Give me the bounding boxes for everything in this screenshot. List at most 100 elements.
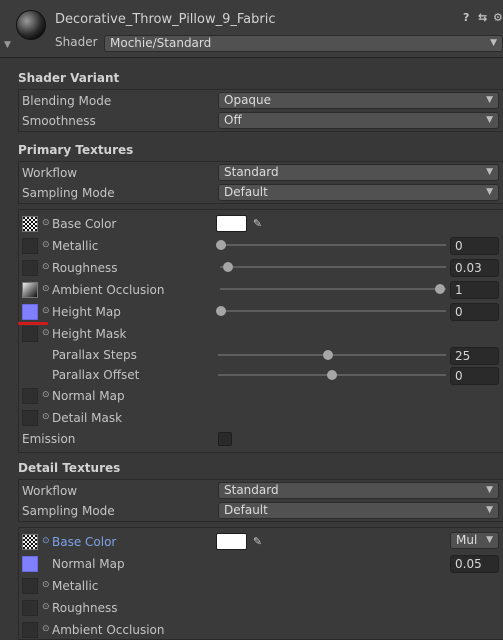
link-dot-icon: ⊙ — [42, 306, 50, 316]
chevron-down-icon: ▼ — [486, 95, 493, 105]
chevron-down-icon: ▼ — [486, 187, 493, 197]
settings-icon[interactable]: ⚙ — [493, 11, 503, 24]
roughness-slider-track[interactable] — [220, 266, 446, 268]
detail-roughness-label: Roughness — [52, 601, 118, 615]
detail-blend-dropdown[interactable]: Mul ▼ — [450, 532, 499, 549]
normal-map-texture-slot[interactable] — [22, 388, 38, 404]
detail-sampling-mode-value: Default — [224, 503, 268, 517]
blending-mode-dropdown[interactable]: Opaque ▼ — [218, 92, 499, 109]
shader-label: Shader — [55, 35, 98, 49]
height-map-texture-slot[interactable] — [22, 304, 38, 320]
ambient-occlusion-value-field[interactable]: 1 — [450, 281, 499, 299]
preset-icon[interactable]: ⇆ — [478, 11, 487, 24]
base-color-texture-slot[interactable] — [22, 216, 38, 232]
smoothness-value: Off — [224, 113, 242, 127]
detail-roughness-texture-slot[interactable] — [22, 600, 38, 616]
height-map-label: Height Map — [52, 305, 121, 319]
emission-checkbox[interactable] — [218, 432, 232, 446]
primary-sampling-mode-label: Sampling Mode — [22, 186, 115, 200]
roughness-value-field[interactable]: 0.03 — [450, 259, 499, 277]
ambient-occlusion-slider-track[interactable] — [220, 288, 446, 290]
ambient-occlusion-label: Ambient Occlusion — [52, 283, 165, 297]
parallax-steps-slider-thumb[interactable] — [323, 350, 333, 360]
detail-workflow-dropdown[interactable]: Standard ▼ — [218, 482, 499, 499]
chevron-down-icon: ▼ — [490, 38, 497, 48]
link-dot-icon: ⊙ — [42, 624, 50, 634]
detail-ambient-occlusion-label: Ambient Occlusion — [52, 623, 165, 637]
detail-sampling-mode-dropdown[interactable]: Default ▼ — [218, 502, 499, 519]
shader-dropdown[interactable]: Mochie/Standard ▼ — [104, 35, 503, 52]
shader-dropdown-value: Mochie/Standard — [110, 36, 212, 50]
link-dot-icon: ⊙ — [42, 262, 50, 272]
detail-mask-label: Detail Mask — [52, 411, 123, 425]
link-dot-icon: ⊙ — [42, 328, 50, 338]
chevron-down-icon: ▼ — [486, 505, 493, 515]
base-color-swatch[interactable] — [216, 215, 247, 232]
smoothness-label: Smoothness — [22, 114, 96, 128]
normal-map-label: Normal Map — [52, 389, 125, 403]
primary-sampling-mode-value: Default — [224, 185, 268, 199]
parallax-steps-label: Parallax Steps — [52, 348, 137, 362]
inspector-header: ▼ Decorative_Throw_Pillow_9_Fabric ? ⇆ ⚙… — [0, 0, 503, 58]
chevron-down-icon: ▼ — [486, 485, 493, 495]
material-title: Decorative_Throw_Pillow_9_Fabric — [55, 12, 276, 27]
detail-workflow-value: Standard — [224, 483, 279, 497]
section-title-detail-textures: Detail Textures — [18, 461, 121, 475]
height-map-slider-thumb[interactable] — [216, 306, 226, 316]
ambient-occlusion-slider-thumb[interactable] — [435, 284, 445, 294]
link-dot-icon: ⊙ — [42, 412, 50, 422]
smoothness-dropdown[interactable]: Off ▼ — [218, 112, 499, 129]
height-map-value-field[interactable]: 0 — [450, 303, 499, 321]
detail-ambient-occlusion-texture-slot[interactable] — [22, 622, 38, 638]
link-dot-icon: ⊙ — [42, 240, 50, 250]
metallic-value-field[interactable]: 0 — [450, 237, 499, 255]
height-mask-texture-slot[interactable] — [22, 326, 38, 342]
primary-workflow-label: Workflow — [22, 166, 78, 180]
parallax-offset-slider-thumb[interactable] — [327, 370, 337, 380]
detail-metallic-texture-slot[interactable] — [22, 578, 38, 594]
help-icon[interactable]: ? — [463, 11, 469, 24]
metallic-label: Metallic — [52, 239, 99, 253]
detail-blend-value: Mul — [456, 533, 478, 547]
primary-workflow-value: Standard — [224, 165, 279, 179]
detail-metallic-label: Metallic — [52, 579, 99, 593]
ambient-occlusion-texture-slot[interactable] — [22, 282, 38, 298]
eyedropper-icon[interactable]: ✎ — [249, 533, 266, 550]
metallic-slider-track[interactable] — [220, 244, 446, 246]
parallax-offset-label: Parallax Offset — [52, 368, 140, 382]
blending-mode-label: Blending Mode — [22, 94, 112, 108]
detail-normal-map-label: Normal Map — [52, 557, 125, 571]
link-dot-icon: ⊙ — [42, 536, 50, 546]
primary-sampling-mode-dropdown[interactable]: Default ▼ — [218, 184, 499, 201]
fold-triangle-icon[interactable]: ▼ — [4, 40, 11, 50]
link-dot-icon: ⊙ — [42, 602, 50, 612]
link-dot-icon: ⊙ — [42, 580, 50, 590]
roughness-texture-slot[interactable] — [22, 260, 38, 276]
primary-workflow-dropdown[interactable]: Standard ▼ — [218, 164, 499, 181]
detail-normal-map-strength-field[interactable]: 0.05 — [450, 555, 499, 573]
detail-workflow-label: Workflow — [22, 484, 78, 498]
highlight-underline — [18, 322, 48, 325]
parallax-offset-value-field[interactable]: 0 — [450, 367, 499, 385]
detail-base-color-texture-slot[interactable] — [22, 534, 38, 550]
roughness-slider-thumb[interactable] — [223, 262, 233, 272]
detail-mask-texture-slot[interactable] — [22, 410, 38, 426]
parallax-steps-value-field[interactable]: 25 — [450, 347, 499, 365]
metallic-texture-slot[interactable] — [22, 238, 38, 254]
section-title-shader-variant: Shader Variant — [18, 71, 120, 85]
material-preview-icon — [16, 10, 46, 40]
eyedropper-icon[interactable]: ✎ — [249, 215, 266, 232]
emission-label: Emission — [22, 432, 76, 446]
link-dot-icon: ⊙ — [42, 390, 50, 400]
detail-normal-map-texture-slot[interactable] — [22, 556, 38, 572]
detail-sampling-mode-label: Sampling Mode — [22, 504, 115, 518]
blending-mode-value: Opaque — [224, 93, 272, 107]
chevron-down-icon: ▼ — [486, 115, 493, 125]
detail-base-color-label: Base Color — [52, 535, 117, 549]
roughness-label: Roughness — [52, 261, 118, 275]
metallic-slider-thumb[interactable] — [216, 240, 226, 250]
link-dot-icon: ⊙ — [42, 284, 50, 294]
height-map-slider-track[interactable] — [220, 310, 446, 312]
detail-base-color-swatch[interactable] — [216, 533, 247, 550]
base-color-label: Base Color — [52, 217, 117, 231]
